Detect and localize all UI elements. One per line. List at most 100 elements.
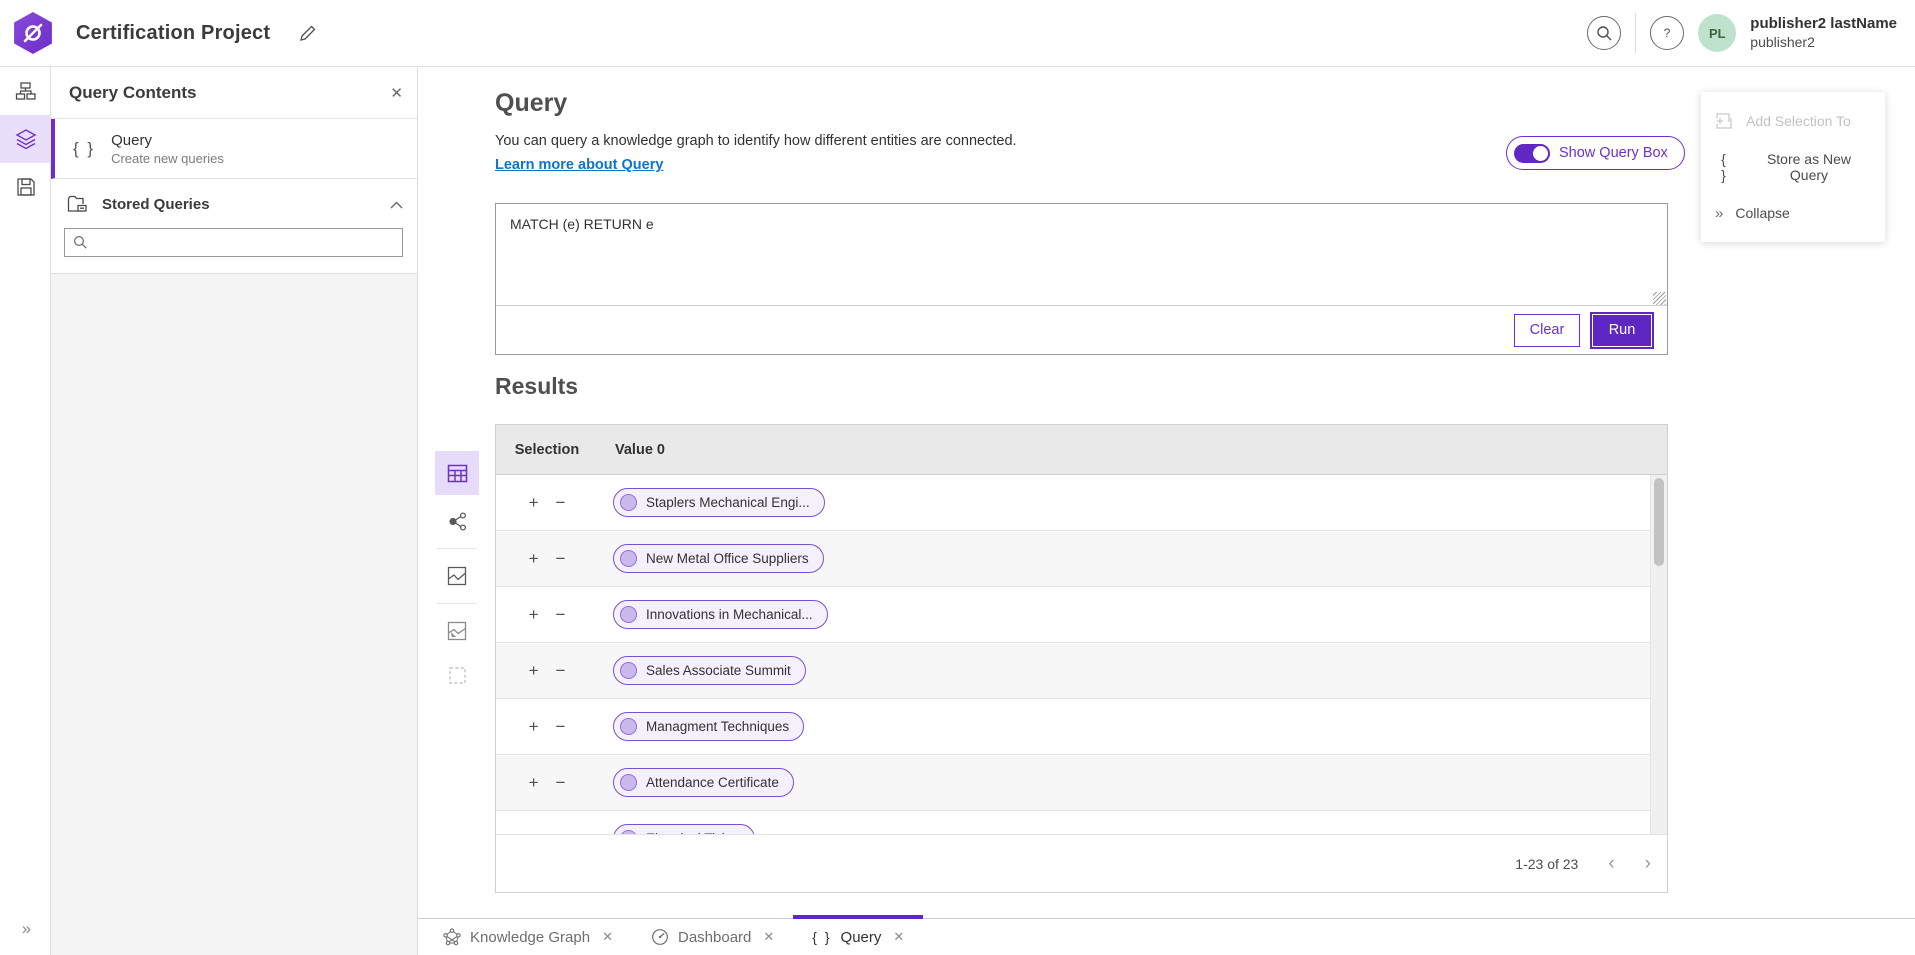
query-code-input[interactable]: MATCH (e) RETURN e: [496, 204, 1667, 305]
results-table-body: + − Staplers Mechanical Engi... + − New …: [496, 475, 1667, 834]
add-to-selection-button[interactable]: +: [527, 548, 541, 569]
next-page-button[interactable]: ›: [1645, 854, 1651, 873]
add-to-selection-button[interactable]: +: [527, 492, 541, 513]
remove-from-selection-button[interactable]: −: [554, 492, 568, 513]
show-query-box-toggle[interactable]: Show Query Box: [1506, 136, 1685, 170]
help-button[interactable]: ?: [1650, 16, 1684, 50]
selection-column-header: Selection: [496, 442, 598, 458]
user-name: publisher2 lastName: [1750, 15, 1897, 34]
collapse-item[interactable]: » Collapse: [1701, 190, 1885, 236]
rail-contents-button[interactable]: [0, 115, 51, 163]
tab-label: Dashboard: [678, 929, 751, 946]
close-tab-icon[interactable]: ✕: [893, 929, 904, 945]
dashboard-icon: [651, 928, 669, 946]
rail-model-button[interactable]: [0, 67, 51, 115]
result-view-toolbar: [435, 451, 479, 697]
braces-icon: { }: [73, 139, 95, 159]
table-row: + − Innovations in Mechanical...: [496, 587, 1667, 643]
add-to-selection-button[interactable]: +: [527, 772, 541, 793]
run-button[interactable]: Run: [1592, 314, 1652, 347]
add-to-selection-button[interactable]: +: [527, 660, 541, 681]
store-as-new-query-label: Store as New Query: [1747, 151, 1871, 183]
user-role: publisher2: [1750, 34, 1897, 52]
entity-dot-icon: [620, 550, 637, 567]
add-selection-to-item[interactable]: Add Selection To: [1701, 98, 1885, 144]
tab-knowledge-graph[interactable]: Knowledge Graph ✕: [424, 919, 632, 955]
entity-pill[interactable]: Managment Techniques: [613, 712, 804, 741]
remove-from-selection-button[interactable]: −: [554, 716, 568, 737]
entity-pill[interactable]: Staplers Mechanical Engi...: [613, 488, 825, 517]
svg-text:?: ?: [1664, 26, 1671, 40]
table-scrollbar[interactable]: [1650, 475, 1667, 834]
pagination-range: 1-23 of 23: [1515, 856, 1578, 872]
tab-dashboard[interactable]: Dashboard ✕: [632, 919, 793, 955]
user-avatar[interactable]: PL: [1698, 14, 1736, 52]
query-description: You can query a knowledge graph to ident…: [495, 133, 1017, 149]
add-selection-to-label: Add Selection To: [1746, 113, 1851, 129]
stored-queries-search-input[interactable]: [96, 235, 394, 250]
selection-view-button[interactable]: [435, 653, 479, 697]
table-view-button[interactable]: [435, 451, 479, 495]
query-tab-content: Add Selection To { } Store as New Query …: [418, 67, 1915, 955]
table-scrollbar-thumb[interactable]: [1654, 478, 1664, 566]
link-chart-view-button[interactable]: [435, 499, 479, 543]
entity-pill[interactable]: Sales Associate Summit: [613, 656, 806, 685]
table-view-icon: [447, 463, 468, 484]
edit-title-button[interactable]: [298, 24, 317, 43]
results-table-header: Selection Value 0: [496, 425, 1667, 475]
query-list-item[interactable]: { } Query Create new queries: [51, 119, 417, 179]
search-button[interactable]: [1587, 16, 1621, 50]
learn-more-link[interactable]: Learn more about Query: [495, 157, 663, 173]
map-add-view-button[interactable]: [435, 609, 479, 653]
top-bar: Certification Project ? PL publisher2 la…: [0, 0, 1915, 67]
add-to-frame-icon: [1715, 112, 1733, 130]
add-to-selection-button[interactable]: +: [527, 828, 541, 834]
remove-from-selection-button[interactable]: −: [554, 660, 568, 681]
question-icon: ?: [1659, 25, 1675, 41]
value-column-header: Value 0: [598, 442, 665, 458]
resize-handle[interactable]: [1653, 292, 1666, 305]
braces-icon: { }: [812, 929, 831, 945]
search-icon: [73, 235, 88, 250]
remove-from-selection-button[interactable]: −: [554, 828, 568, 834]
entity-pill[interactable]: Innovations in Mechanical...: [613, 600, 828, 629]
previous-page-button[interactable]: ‹: [1608, 854, 1614, 873]
close-tab-icon[interactable]: ✕: [602, 929, 613, 945]
clear-button[interactable]: Clear: [1514, 314, 1580, 347]
topbar-divider: [1635, 13, 1636, 53]
remove-from-selection-button[interactable]: −: [554, 548, 568, 569]
braces-icon: { }: [1715, 151, 1734, 183]
table-row: + − Electrical Tick...: [496, 811, 1667, 834]
toggle-label: Show Query Box: [1559, 145, 1668, 161]
add-to-selection-button[interactable]: +: [527, 716, 541, 737]
expand-rail-button[interactable]: »: [0, 911, 51, 947]
query-actions-menu: Add Selection To { } Store as New Query …: [1701, 92, 1885, 242]
search-icon: [1596, 25, 1613, 42]
entity-dot-icon: [620, 606, 637, 623]
tab-query[interactable]: { } Query ✕: [793, 919, 923, 955]
remove-from-selection-button[interactable]: −: [554, 604, 568, 625]
store-as-new-query-item[interactable]: { } Store as New Query: [1701, 144, 1885, 190]
remove-from-selection-button[interactable]: −: [554, 772, 568, 793]
table-row: + − Attendance Certificate: [496, 755, 1667, 811]
panel-close-button[interactable]: ✕: [390, 84, 403, 102]
link-chart-view-icon: [447, 511, 468, 532]
table-row: + − Managment Techniques: [496, 699, 1667, 755]
entity-pill[interactable]: New Metal Office Suppliers: [613, 544, 824, 573]
graph-icon: [443, 928, 461, 946]
save-icon: [16, 177, 36, 197]
tab-label: Query: [841, 929, 882, 946]
map-view-button[interactable]: [435, 554, 479, 598]
stored-queries-header[interactable]: Stored Queries: [51, 179, 417, 224]
entity-pill[interactable]: Attendance Certificate: [613, 768, 794, 797]
view-tab-bar: Knowledge Graph ✕ Dashboard ✕ { } Query …: [418, 918, 1915, 955]
add-to-selection-button[interactable]: +: [527, 604, 541, 625]
stored-queries-search[interactable]: [64, 228, 403, 257]
query-box: MATCH (e) RETURN e Clear Run: [495, 203, 1668, 355]
model-icon: [15, 81, 36, 102]
close-tab-icon[interactable]: ✕: [763, 929, 774, 945]
entity-pill[interactable]: Electrical Tick...: [613, 824, 755, 834]
logo-swirl-icon: [22, 22, 44, 44]
user-info[interactable]: publisher2 lastName publisher2: [1750, 15, 1897, 51]
rail-save-button[interactable]: [0, 163, 51, 211]
